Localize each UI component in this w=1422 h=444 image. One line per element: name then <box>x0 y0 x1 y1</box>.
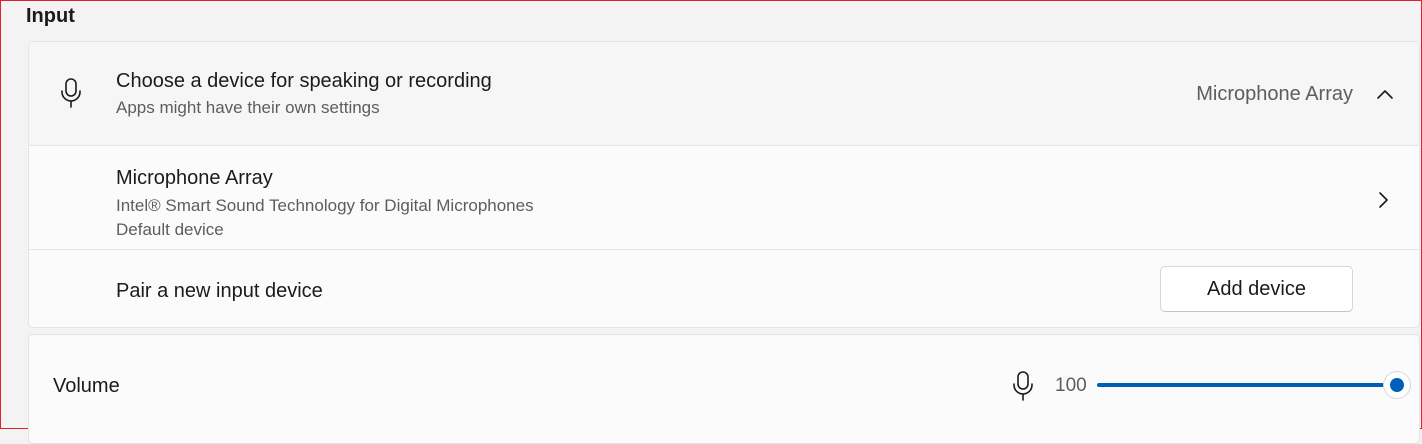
pair-input-device-row: Pair a new input device Add device <box>29 250 1419 327</box>
microphone-icon <box>61 78 81 108</box>
chevron-right-icon <box>1379 192 1388 208</box>
slider-fill <box>1097 383 1397 387</box>
volume-value: 100 <box>1055 375 1087 396</box>
add-device-button[interactable]: Add device <box>1160 266 1353 312</box>
device-name: Microphone Array <box>116 167 273 189</box>
section-title-input: Input <box>26 5 75 27</box>
device-driver: Intel® Smart Sound Technology for Digita… <box>116 196 534 215</box>
device-item-microphone-array[interactable]: Microphone Array Intel® Smart Sound Tech… <box>29 146 1419 250</box>
choose-input-device-header[interactable]: Choose a device for speaking or recordin… <box>29 42 1419 146</box>
slider-thumb[interactable] <box>1384 372 1410 398</box>
input-device-card: Choose a device for speaking or recordin… <box>28 41 1420 328</box>
volume-label: Volume <box>53 375 120 397</box>
volume-card: Volume 100 <box>28 334 1420 444</box>
choose-device-title: Choose a device for speaking or recordin… <box>116 70 492 92</box>
choose-device-subtitle: Apps might have their own settings <box>116 98 380 117</box>
microphone-icon[interactable] <box>1011 370 1035 402</box>
pair-device-label: Pair a new input device <box>116 280 323 302</box>
chevron-up-icon[interactable] <box>1375 84 1395 104</box>
volume-slider[interactable] <box>1097 372 1410 398</box>
selected-device-value: Microphone Array <box>1196 83 1353 105</box>
device-status: Default device <box>116 220 224 239</box>
